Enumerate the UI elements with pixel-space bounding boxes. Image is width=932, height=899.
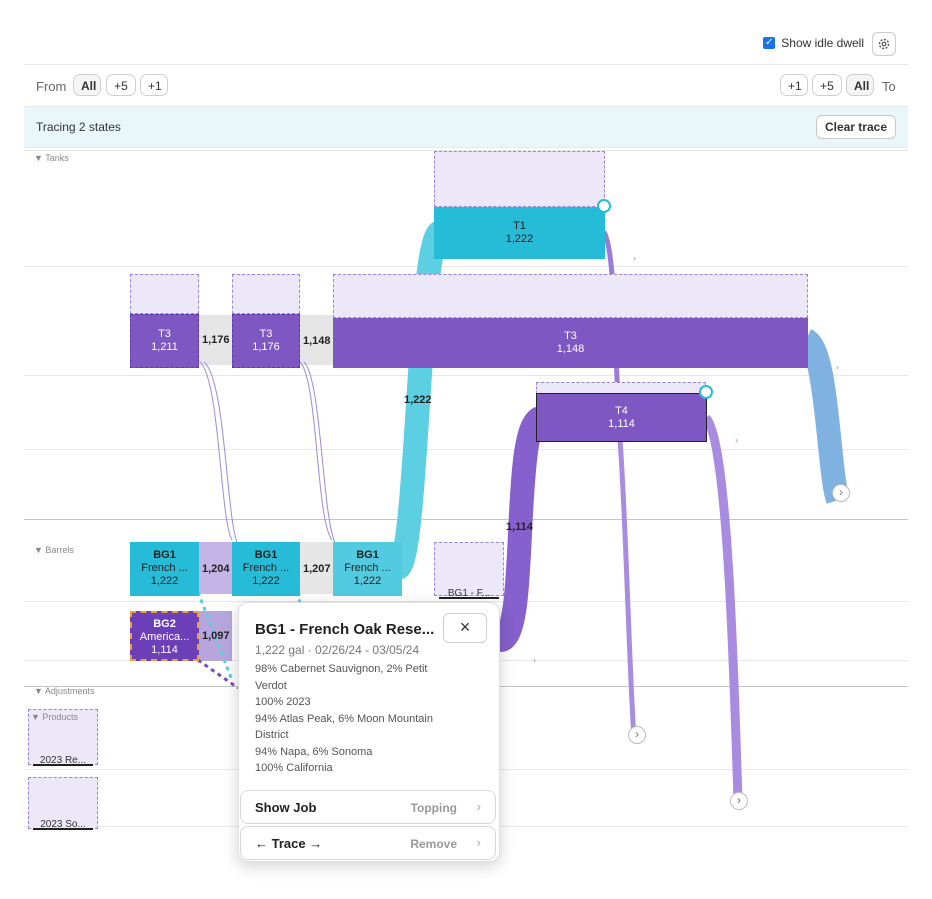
- composition-vintage: 100% 2023: [255, 696, 311, 708]
- section-products: ▼ Products: [31, 712, 78, 722]
- node-bg1-1[interactable]: BG1 French ... 1,222: [130, 542, 199, 596]
- node-product-2[interactable]: 2023 So...: [28, 777, 98, 830]
- bucket-icon[interactable]: [699, 385, 713, 399]
- chevron-right-icon: ›: [476, 799, 481, 814]
- edge-label: 1,207: [303, 563, 331, 575]
- edge-label: 1,204: [202, 563, 230, 575]
- node-t3-1[interactable]: T3 1,211: [130, 314, 199, 368]
- chevron-right-icon[interactable]: ›: [730, 792, 748, 810]
- node-bg1-3[interactable]: BG1 French ... 1,222: [333, 542, 402, 596]
- node-name: BG1: [153, 549, 176, 561]
- node-value: 1,148: [556, 343, 585, 355]
- ghost-node: [434, 151, 605, 207]
- node-detail-popup: BG1 - French Oak Rese... × 1,222 gal · 0…: [238, 602, 500, 862]
- arrow-right-icon[interactable]: ›: [533, 655, 536, 665]
- edge-label: 1,148: [303, 335, 331, 347]
- chevron-right-icon[interactable]: ›: [628, 726, 646, 744]
- ghost-node: [130, 274, 199, 314]
- node-name: 2023 Re...: [33, 756, 93, 766]
- edge-label: 1,097: [202, 630, 230, 642]
- arrow-right-icon[interactable]: ›: [735, 435, 738, 445]
- node-value: 1,222: [252, 575, 280, 587]
- node-subtitle: French ...: [242, 562, 290, 574]
- trace-label: ← Trace →: [255, 836, 323, 851]
- node-value: 1,114: [151, 644, 178, 656]
- node-name: T4: [615, 405, 628, 417]
- node-value: 1,222: [505, 233, 534, 245]
- node-subtitle: French ...: [141, 562, 188, 574]
- node-subtitle: French ...: [344, 562, 391, 574]
- node-name: BG2: [153, 618, 176, 630]
- node-subtitle: America...: [139, 631, 190, 643]
- node-name: T3: [564, 330, 577, 342]
- node-name: BG1 - F...: [439, 589, 499, 599]
- popup-composition: 98% Cabernet Sauvignon, 2% Petit Verdot …: [255, 661, 455, 777]
- node-name: BG1: [356, 549, 379, 561]
- node-name: T3: [259, 328, 273, 340]
- ghost-node: [232, 274, 300, 314]
- trace-button[interactable]: ← Trace → Remove ›: [240, 826, 496, 860]
- show-job-button[interactable]: Show Job Topping ›: [240, 790, 496, 824]
- edge-label: 1,176: [202, 334, 230, 346]
- arrow-right-icon[interactable]: ›: [633, 253, 636, 263]
- node-value: 1,222: [353, 575, 382, 587]
- trace-value: Remove: [410, 837, 457, 851]
- node-t3-2[interactable]: T3 1,176: [232, 314, 300, 368]
- node-name: T3: [158, 328, 171, 340]
- composition-state: 100% California: [255, 762, 333, 774]
- node-t1[interactable]: T1 1,222: [434, 207, 605, 259]
- node-t4[interactable]: T4 1,114: [536, 393, 707, 442]
- bucket-icon[interactable]: [597, 199, 611, 213]
- node-bg1-2[interactable]: BG1 French ... 1,222: [232, 542, 300, 596]
- edge-label: 1,222: [404, 394, 432, 406]
- node-bg1-ghost[interactable]: BG1 - F...: [434, 542, 504, 599]
- composition-county: 94% Napa, 6% Sonoma: [255, 745, 373, 758]
- popup-subtitle: 1,222 gal · 02/26/24 - 03/05/24: [255, 643, 420, 657]
- chevron-right-icon[interactable]: ›: [832, 484, 850, 502]
- node-name: T1: [513, 220, 526, 232]
- show-job-value: Topping: [410, 801, 457, 815]
- popup-title: BG1 - French Oak Rese...: [255, 621, 435, 638]
- trace-view: ✓ Show idle dwell From All +5 +1 +1 +5 A…: [0, 0, 932, 899]
- node-value: 1,176: [252, 341, 280, 353]
- ghost-node: [333, 274, 808, 318]
- node-name: 2023 So...: [33, 820, 93, 830]
- node-product-1[interactable]: ▼ Products 2023 Re...: [28, 709, 98, 766]
- node-value: 1,222: [150, 575, 179, 587]
- composition-appellation: 94% Atlas Peak, 6% Moon Mountain Distric…: [255, 712, 433, 742]
- edge-label: 1,114: [506, 521, 533, 533]
- close-icon: ×: [459, 617, 471, 637]
- chevron-right-icon: ›: [476, 835, 481, 850]
- node-value: 1,211: [151, 341, 178, 353]
- node-bg2[interactable]: BG2 America... 1,114: [130, 611, 199, 661]
- composition-varietal: 98% Cabernet Sauvignon, 2% Petit Verdot: [255, 663, 428, 692]
- node-value: 1,114: [608, 418, 635, 430]
- node-name: BG1: [254, 549, 278, 561]
- show-job-label: Show Job: [255, 800, 317, 815]
- arrow-right-icon[interactable]: ›: [836, 362, 839, 372]
- close-button[interactable]: ×: [443, 613, 487, 643]
- section-products-label: Products: [42, 712, 78, 722]
- node-t3-3[interactable]: T3 1,148: [333, 318, 808, 368]
